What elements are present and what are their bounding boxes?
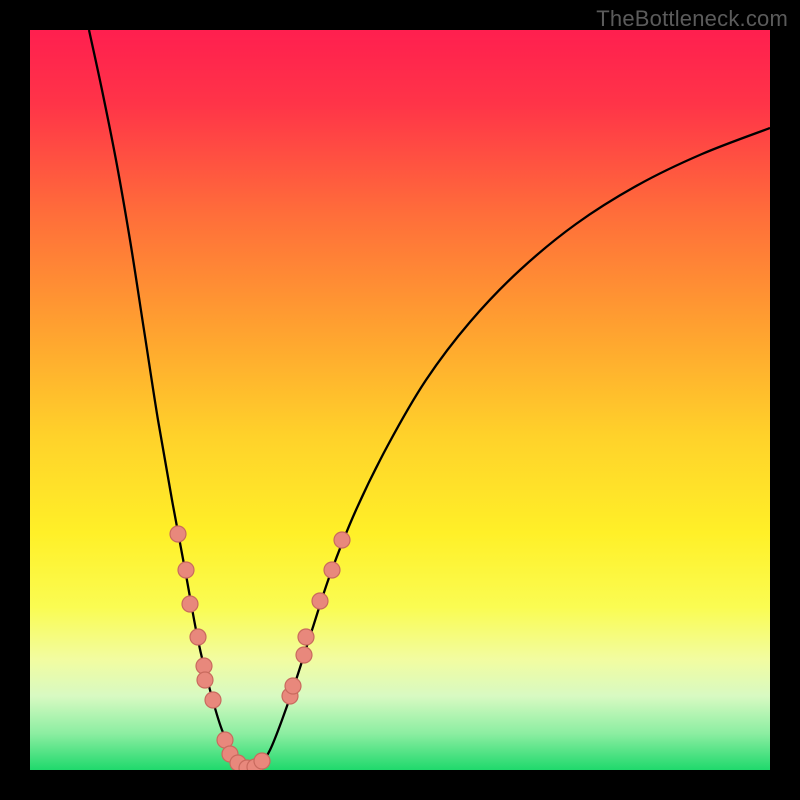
right-curve [252, 128, 770, 769]
chart-frame: TheBottleneck.com [0, 0, 800, 800]
scatter-point [197, 672, 213, 688]
left-curve [89, 30, 252, 769]
scatter-point [285, 678, 301, 694]
scatter-point [296, 647, 312, 663]
scatter-point [298, 629, 314, 645]
watermark-text: TheBottleneck.com [596, 6, 788, 32]
scatter-point [190, 629, 206, 645]
scatter-point [178, 562, 194, 578]
scatter-point [170, 526, 186, 542]
scatter-point [312, 593, 328, 609]
scatter-point [334, 532, 350, 548]
scatter-point [205, 692, 221, 708]
curves-layer [30, 30, 770, 770]
scatter-point [324, 562, 340, 578]
scatter-point [182, 596, 198, 612]
plot-area [30, 30, 770, 770]
scatter-point [254, 753, 270, 769]
scatter-dots [170, 526, 350, 770]
